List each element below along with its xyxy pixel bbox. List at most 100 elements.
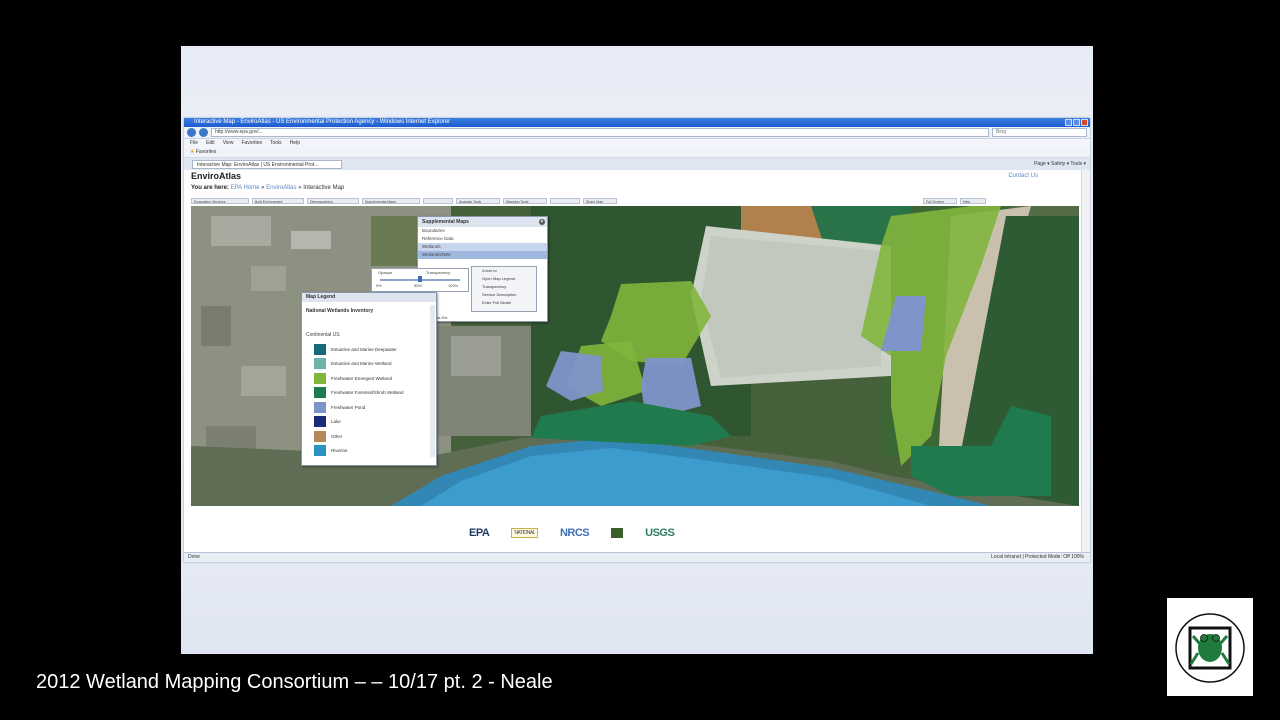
- transparency-popup: Opaque Transparency 0% 50% 100%: [371, 268, 469, 292]
- legend-item-label: Riverine: [331, 448, 348, 454]
- toolbar-button[interactable]: Built Environment: [252, 198, 304, 204]
- toolbar-button[interactable]: Supplemental Maps: [362, 198, 420, 204]
- transparency-slider-handle[interactable]: [418, 276, 422, 282]
- map-canvas[interactable]: Supplemental Maps × Boundaries Reference…: [191, 206, 1079, 506]
- supplemental-line[interactable]: Boundaries: [418, 227, 547, 235]
- national-logo[interactable]: NATIONAL: [511, 528, 538, 538]
- legend-item-label: Lake: [331, 419, 341, 425]
- forest-service-shield-icon[interactable]: [611, 528, 624, 538]
- legend-item: Freshwater Emergent Wetland: [302, 371, 436, 386]
- legend-swatch: [314, 401, 326, 413]
- legend-list: Estuarine and Marine Deepwater Estuarine …: [302, 342, 436, 458]
- menu-tools[interactable]: Tools: [270, 139, 282, 148]
- legend-item-label: Estuarine and Marine Deepwater: [331, 346, 397, 352]
- transparency-label: Transparency: [426, 270, 451, 275]
- favorites-label[interactable]: Favorites: [196, 149, 217, 155]
- favorites-star-icon[interactable]: ★: [190, 149, 194, 155]
- legend-item: Estuarine and Marine Wetland: [302, 357, 436, 372]
- legend-category: Continental US: [306, 332, 340, 338]
- legend-swatch: [314, 343, 326, 355]
- legend-item-label: Other: [331, 433, 343, 439]
- breadcrumb-separator: »: [298, 185, 302, 191]
- legend-swatch: [314, 358, 326, 370]
- legend-scrollbar[interactable]: [430, 305, 435, 457]
- toolbar-button[interactable]: [550, 198, 580, 204]
- menu-view[interactable]: View: [223, 139, 234, 148]
- legend-item-label: Freshwater Emergent Wetland: [331, 375, 392, 381]
- legend-swatch: [314, 372, 326, 384]
- menu-item[interactable]: Enter Full Model: [472, 299, 536, 307]
- toolbar-button[interactable]: Mapping Tools: [503, 198, 547, 204]
- legend-item: Lake: [302, 415, 436, 430]
- legend-swatch: [314, 445, 326, 457]
- close-icon[interactable]: [1081, 119, 1088, 126]
- menu-item[interactable]: Transparency: [472, 283, 536, 291]
- toolbar-button[interactable]: Ecosystem Services: [191, 198, 249, 204]
- legend-swatch: [314, 430, 326, 442]
- contact-link[interactable]: Contact Us: [1008, 173, 1038, 179]
- maximize-icon[interactable]: [1073, 119, 1080, 126]
- close-icon[interactable]: ×: [539, 219, 545, 225]
- legend-item-label: Freshwater Pond: [331, 404, 366, 410]
- opaque-label: Opaque: [378, 270, 393, 275]
- url-input[interactable]: http://www.epa.gov/...: [211, 128, 989, 137]
- supplemental-line[interactable]: Wetlands/NWI: [418, 251, 547, 259]
- usgs-logo[interactable]: USGS: [645, 527, 675, 539]
- breadcrumb-prefix: You are here:: [191, 185, 229, 191]
- supplemental-line[interactable]: Wetlands: [418, 243, 547, 251]
- browser-window: Interactive Map - EnviroAtlas - US Envir…: [184, 118, 1090, 562]
- legend-item: Freshwater Forested/Shrub Wetland: [302, 386, 436, 401]
- toolbar-button[interactable]: Demographics: [307, 198, 359, 204]
- status-text: Done: [188, 554, 200, 560]
- slide-frame: Interactive Map - EnviroAtlas - US Envir…: [181, 46, 1093, 654]
- legend-item-label: Freshwater Forested/Shrub Wetland: [331, 390, 404, 396]
- address-bar: http://www.epa.gov/... Bing: [184, 127, 1090, 139]
- menu-file[interactable]: File: [190, 139, 198, 148]
- slide-caption: 2012 Wetland Mapping Consortium – – 10/1…: [36, 671, 553, 693]
- menu-item[interactable]: Open Map Legend: [472, 275, 536, 283]
- page-brand[interactable]: EnviroAtlas: [191, 171, 241, 181]
- toolbar-button[interactable]: [423, 198, 453, 204]
- window-titlebar: Interactive Map - EnviroAtlas - US Envir…: [184, 118, 1090, 127]
- minimize-icon[interactable]: [1065, 119, 1072, 126]
- partner-logos: EPA NATIONAL NRCS USGS: [469, 527, 675, 539]
- menu-favorites[interactable]: Favorites: [241, 139, 262, 148]
- map-toolbar: Ecosystem Services Built Environment Dem…: [191, 198, 1079, 204]
- menu-item[interactable]: Service Description: [472, 291, 536, 299]
- nrcs-logo[interactable]: NRCS: [560, 527, 590, 539]
- zone-status: Local intranet | Protected Mode: Off 100…: [991, 554, 1084, 560]
- map-legend-panel[interactable]: Map Legend National Wetlands Inventory C…: [301, 292, 437, 466]
- page-scrollbar[interactable]: [1081, 170, 1090, 552]
- tick-label: 0%: [376, 283, 382, 288]
- menu-help[interactable]: Help: [290, 139, 300, 148]
- tick-label: 50%: [414, 283, 423, 288]
- toolbar-button[interactable]: Share Map: [583, 198, 617, 204]
- menu-edit[interactable]: Edit: [206, 139, 215, 148]
- toolbar-button[interactable]: Full Screen: [923, 198, 957, 204]
- legend-item: Other: [302, 429, 436, 444]
- legend-title: Map Legend: [302, 293, 436, 302]
- supplemental-title: Supplemental Maps ×: [418, 217, 547, 227]
- toolbar-button[interactable]: Help: [960, 198, 986, 204]
- legend-swatch: [314, 387, 326, 399]
- legend-item: Estuarine and Marine Deepwater: [302, 342, 436, 357]
- tab-interactive-map[interactable]: Interactive Map: EnviroAtlas | US Enviro…: [192, 160, 342, 169]
- toolbar-button[interactable]: Analysis Tools: [456, 198, 500, 204]
- epa-logo[interactable]: EPA: [469, 527, 490, 539]
- forward-icon[interactable]: [199, 128, 208, 137]
- breadcrumb-enviroatlas[interactable]: EnviroAtlas: [266, 185, 296, 191]
- legend-item-label: Estuarine and Marine Wetland: [331, 361, 392, 367]
- frog-seal-icon: [1167, 598, 1253, 696]
- menu-item[interactable]: Zoom to: [472, 267, 536, 275]
- supplemental-title-text: Supplemental Maps: [422, 219, 469, 225]
- layer-context-menu: Zoom to Open Map Legend Transparency Ser…: [471, 266, 537, 312]
- search-input[interactable]: Bing: [992, 128, 1087, 137]
- window-title: Interactive Map - EnviroAtlas - US Envir…: [194, 119, 451, 125]
- supplemental-line[interactable]: Reference Data: [418, 235, 547, 243]
- window-controls: [1065, 119, 1088, 126]
- aswm-logo: [1167, 598, 1253, 696]
- back-icon[interactable]: [187, 128, 196, 137]
- command-bar[interactable]: Page ▾ Safety ▾ Tools ▾: [1034, 160, 1086, 169]
- breadcrumb-home[interactable]: EPA Home: [231, 185, 260, 191]
